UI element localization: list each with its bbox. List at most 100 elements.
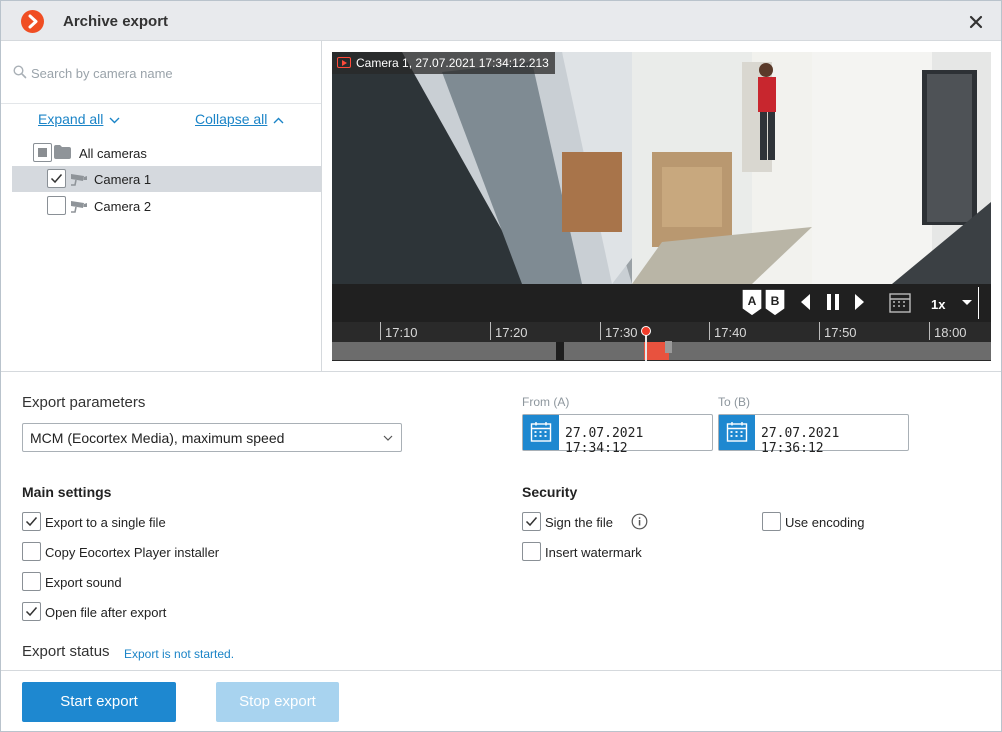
export-sound-checkbox[interactable]: [22, 572, 41, 591]
option-label: Sign the file: [545, 515, 613, 530]
tick-label: 17:10: [385, 325, 418, 340]
marker-a-label: A: [748, 294, 757, 308]
playhead[interactable]: [641, 326, 651, 336]
camera-1-checkbox[interactable]: [47, 169, 66, 188]
divider: [1, 670, 1001, 671]
marker-a-button[interactable]: A: [741, 288, 763, 316]
tick-label: 17:50: [824, 325, 857, 340]
search-input[interactable]: [31, 61, 311, 85]
timeline[interactable]: 17:10 17:20 17:30 17:40 17:50 18:00: [332, 322, 991, 361]
archive-export-window: Archive export Expand all Collapse all A…: [0, 0, 1002, 732]
from-date-field[interactable]: 27.07.2021 17:34:12: [522, 414, 713, 456]
step-forward-icon[interactable]: [851, 288, 867, 316]
stop-export-button[interactable]: Stop export: [216, 682, 339, 722]
insert-watermark-checkbox[interactable]: [522, 542, 541, 561]
checkmark-icon: [525, 517, 538, 527]
copy-player-installer-checkbox[interactable]: [22, 542, 41, 561]
marker-b-button[interactable]: B: [764, 288, 786, 316]
recorded-range: [332, 342, 556, 360]
start-export-button[interactable]: Start export: [22, 682, 176, 722]
export-format-select[interactable]: MCM (Eocortex Media), maximum speed: [22, 423, 402, 452]
window-title: Archive export: [63, 13, 169, 30]
expand-all-link[interactable]: Expand all: [38, 111, 120, 127]
option-label: Export to a single file: [45, 515, 166, 530]
tick-mark: [380, 322, 381, 340]
tree-item-camera-2[interactable]: Camera 2: [12, 193, 321, 219]
option-label: Open file after export: [45, 605, 167, 620]
chevron-down-icon: [383, 435, 393, 441]
title-bar: Archive export: [1, 1, 1001, 41]
tree-item-camera-1[interactable]: Camera 1: [12, 166, 321, 192]
security-title: Security: [522, 484, 578, 500]
tick-mark: [709, 322, 710, 340]
from-date-value: 27.07.2021 17:34:12: [565, 426, 644, 456]
option-label: Export sound: [45, 575, 122, 590]
checkmark-icon: [25, 607, 38, 617]
controls-divider: [978, 287, 979, 319]
chevron-up-icon: [273, 117, 284, 124]
camera-2-checkbox[interactable]: [47, 196, 66, 215]
pause-icon[interactable]: [824, 288, 842, 316]
marker-b-handle[interactable]: [665, 341, 672, 353]
tree-item-label: Camera 2: [94, 199, 152, 214]
speed-dropdown-icon[interactable]: [960, 288, 974, 316]
camera-icon: [71, 174, 87, 186]
from-label: From (A): [522, 395, 570, 409]
tick-mark: [490, 322, 491, 340]
chevron-down-icon: [109, 117, 120, 124]
camera-panel: Expand all Collapse all All cameras Came…: [1, 41, 322, 371]
calendar-icon[interactable]: [523, 415, 559, 450]
tick-label: 17:40: [714, 325, 747, 340]
tree-item-label: Camera 1: [94, 172, 152, 187]
playback-speed[interactable]: 1x: [931, 297, 945, 312]
all-cameras-checkbox[interactable]: [33, 143, 52, 162]
video-caption: Camera 1, 27.07.2021 17:34:12.213: [332, 52, 555, 74]
step-back-icon[interactable]: [798, 288, 814, 316]
tick-label: 17:30: [605, 325, 638, 340]
app-logo-icon: [21, 10, 44, 33]
playback-controls: A B 1x: [332, 284, 991, 322]
calendar-icon[interactable]: [888, 288, 912, 316]
tick-label: 17:20: [495, 325, 528, 340]
collapse-all-label: Collapse all: [195, 111, 268, 127]
camera-icon: [71, 201, 87, 213]
checkmark-icon: [50, 174, 63, 184]
export-status-title: Export status: [22, 643, 110, 660]
tree-item-label: All cameras: [79, 146, 147, 161]
tick-mark: [929, 322, 930, 340]
expand-all-label: Expand all: [38, 111, 104, 127]
close-icon[interactable]: [965, 11, 987, 33]
main-settings-title: Main settings: [22, 484, 112, 500]
calendar-icon[interactable]: [719, 415, 755, 450]
tree-item-all-cameras[interactable]: All cameras: [12, 140, 321, 166]
camera-video-frame: [332, 52, 991, 284]
marker-b-label: B: [771, 294, 780, 308]
divider: [1, 371, 1001, 372]
recorded-range: [564, 342, 991, 360]
export-format-value: MCM (Eocortex Media), maximum speed: [30, 430, 285, 446]
option-label: Use encoding: [785, 515, 865, 530]
to-date-value: 27.07.2021 17:36:12: [761, 426, 840, 456]
sign-file-checkbox[interactable]: [522, 512, 541, 531]
archive-record-icon: [337, 57, 351, 68]
video-player[interactable]: Camera 1, 27.07.2021 17:34:12.213 A B 1x…: [332, 52, 991, 361]
collapse-all-link[interactable]: Collapse all: [195, 111, 284, 127]
tick-mark: [819, 322, 820, 340]
search-icon: [13, 65, 27, 79]
use-encoding-checkbox[interactable]: [762, 512, 781, 531]
option-label: Copy Eocortex Player installer: [45, 545, 220, 560]
to-label: To (B): [718, 395, 751, 409]
folder-icon: [54, 145, 71, 159]
tick-mark: [600, 322, 601, 340]
open-file-after-export-checkbox[interactable]: [22, 602, 41, 621]
video-caption-text: Camera 1, 27.07.2021 17:34:12.213: [356, 56, 549, 70]
timeline-track[interactable]: [332, 341, 991, 360]
export-single-file-checkbox[interactable]: [22, 512, 41, 531]
to-date-field[interactable]: 27.07.2021 17:36:12: [718, 414, 909, 456]
camera-search: [1, 41, 321, 104]
export-parameters-title: Export parameters: [22, 394, 146, 411]
tick-label: 18:00: [934, 325, 967, 340]
option-label: Insert watermark: [545, 545, 642, 560]
export-status-text: Export is not started.: [124, 647, 235, 661]
info-icon[interactable]: [631, 513, 648, 530]
